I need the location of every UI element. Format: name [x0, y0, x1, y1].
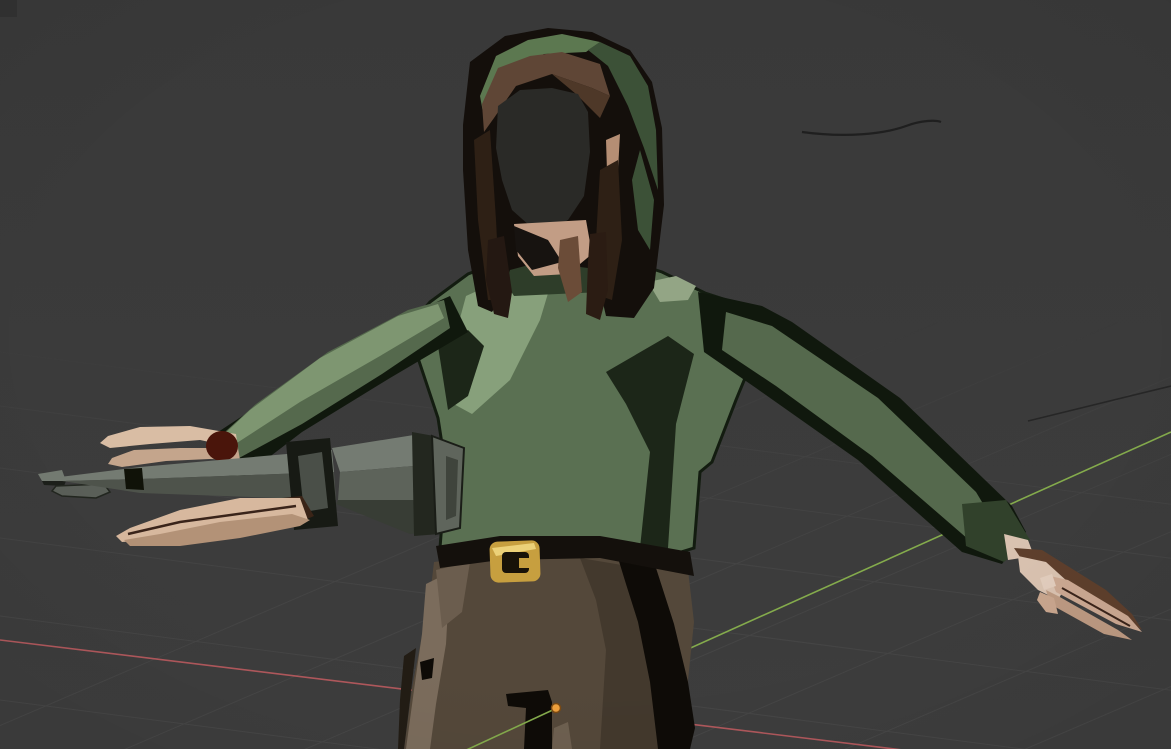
viewport-3d[interactable]	[0, 0, 1171, 749]
vignette	[0, 0, 1171, 749]
viewport-canvas[interactable]	[0, 0, 1171, 749]
